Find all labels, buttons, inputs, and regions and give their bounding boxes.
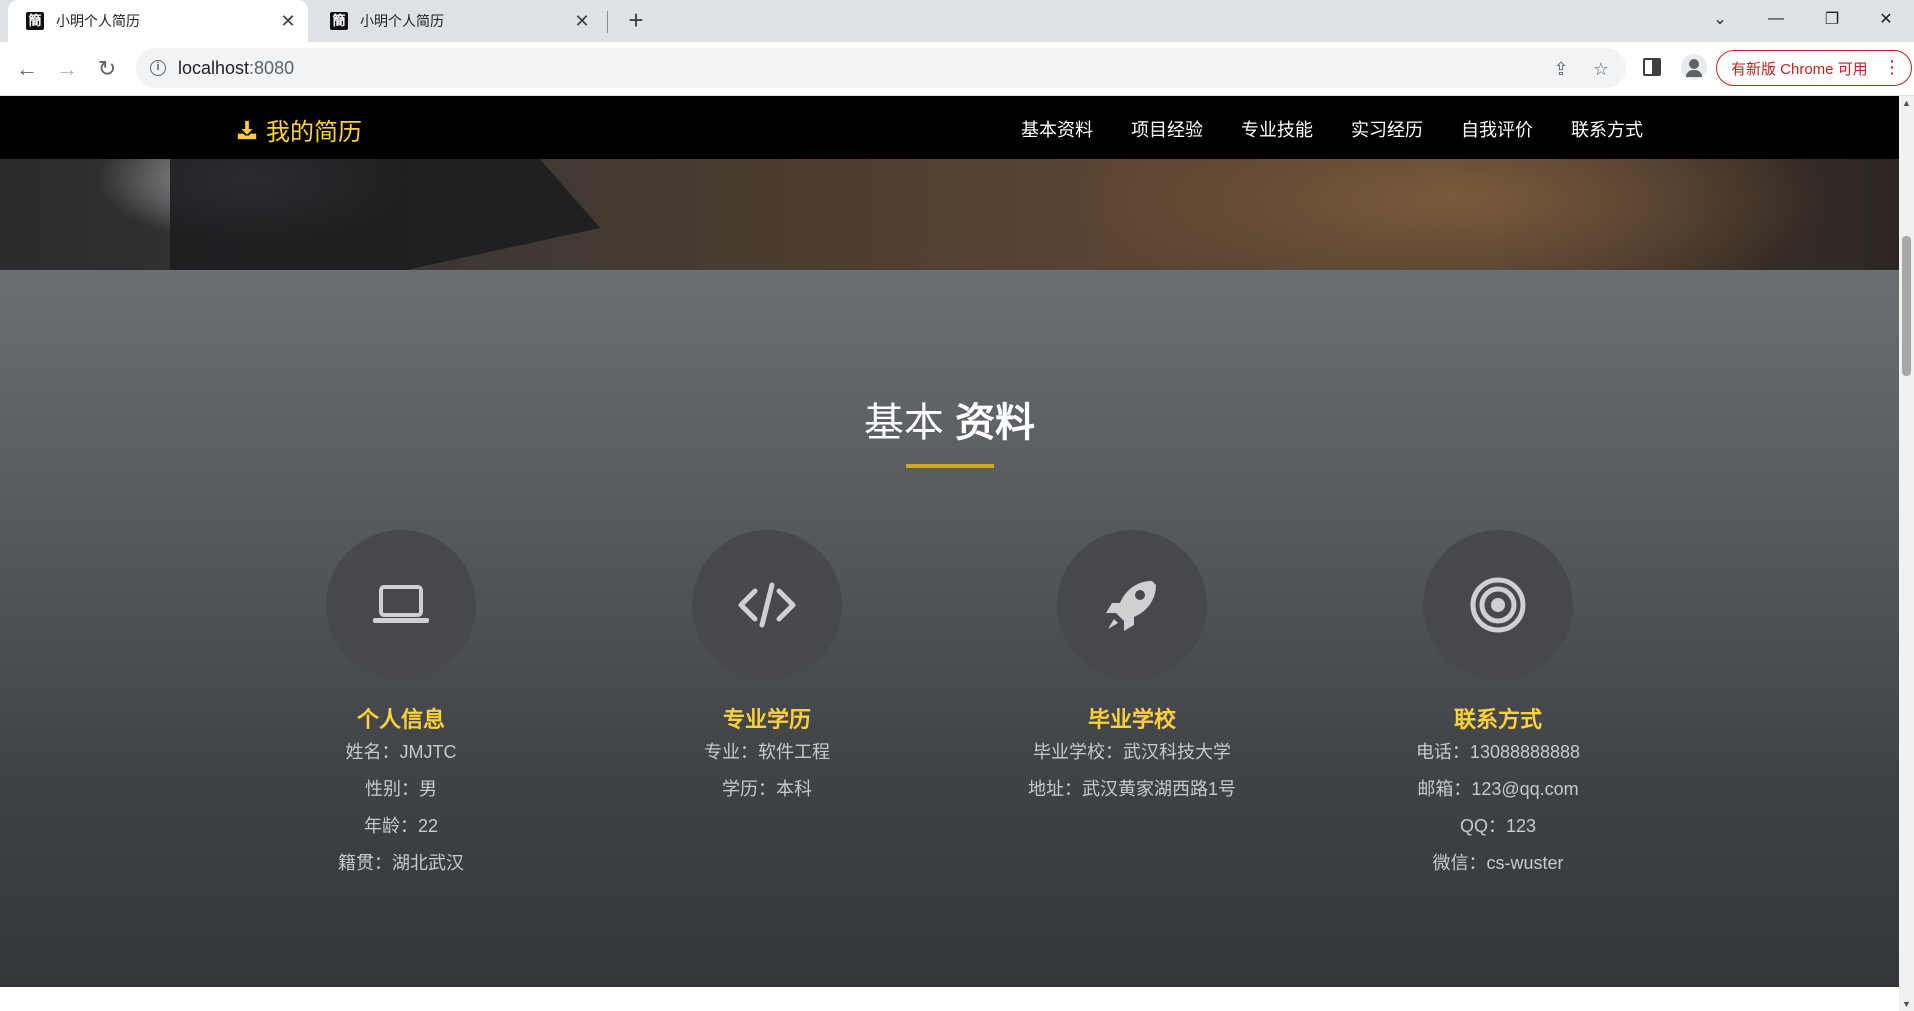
target-icon — [1470, 577, 1526, 633]
nav-link-projects[interactable]: 项目经验 — [1131, 116, 1203, 142]
url-text[interactable]: localhost:8080 — [178, 58, 294, 79]
restore-icon[interactable]: ❐ — [1804, 0, 1860, 38]
browser-tab-1[interactable]: 簡 小明个人简历 ✕ — [8, 0, 308, 42]
tab-separator — [607, 11, 608, 33]
card-title: 个人信息 — [356, 707, 445, 732]
card-line: 邮箱：123@qq.com — [1417, 779, 1579, 799]
tab-title: 小明个人简历 — [56, 13, 140, 29]
hero-image — [0, 159, 1899, 270]
brand-link[interactable]: 我的简历 — [236, 112, 362, 147]
card-line: 性别：男 — [365, 779, 437, 799]
card-line: 籍贯：湖北武汉 — [338, 853, 464, 873]
chrome-update-button[interactable]: 有新版 Chrome 可用 ⋮ — [1716, 50, 1912, 86]
icon-circle — [692, 530, 842, 680]
card-line: 年龄：22 — [363, 816, 439, 836]
info-card-education: 专业学历 专业：软件工程 学历：本科 — [607, 530, 927, 808]
title-underline — [906, 464, 994, 468]
tab-strip: 簡 小明个人简历 ✕ 簡 小明个人简历 ✕ + ⌄ — ❐ ✕ — [0, 0, 1914, 42]
window-close-icon[interactable]: ✕ — [1858, 0, 1914, 38]
site-info-icon[interactable]: i — [150, 60, 166, 76]
scroll-down-icon[interactable]: ▼ — [1901, 999, 1912, 1009]
code-icon — [738, 582, 796, 628]
page-viewport: 我的简历 基本资料 项目经验 专业技能 实习经历 自我评价 联系方式 基本 资料 — [0, 96, 1914, 1011]
nav-link-basic[interactable]: 基本资料 — [1021, 116, 1093, 142]
tab-search-icon[interactable]: ⌄ — [1692, 0, 1748, 38]
nav-link-self-eval[interactable]: 自我评价 — [1461, 116, 1533, 142]
card-title: 毕业学校 — [1087, 707, 1176, 732]
tab-favicon: 簡 — [26, 12, 44, 30]
card-title: 专业学历 — [722, 707, 811, 732]
card-line: 姓名：JMJTC — [345, 742, 457, 762]
icon-circle — [326, 530, 476, 680]
icon-circle — [1057, 530, 1207, 680]
site-nav-links: 基本资料 项目经验 专业技能 实习经历 自我评价 联系方式 — [983, 116, 1643, 142]
next-section-edge — [0, 987, 1899, 1011]
info-card-school: 毕业学校 毕业学校：武汉科技大学 地址：武汉黄家湖西路1号 — [972, 530, 1292, 808]
back-icon[interactable]: ← — [12, 54, 42, 84]
scroll-thumb[interactable] — [1902, 236, 1911, 376]
scroll-up-icon[interactable]: ▲ — [1901, 98, 1912, 108]
address-bar[interactable]: i localhost:8080 ⇪ ☆ — [136, 48, 1626, 88]
nav-link-contact[interactable]: 联系方式 — [1571, 116, 1643, 142]
brand-text: 我的简历 — [266, 119, 362, 146]
card-title: 联系方式 — [1453, 707, 1542, 732]
browser-toolbar: ← → ↻ i localhost:8080 ⇪ ☆ 有新版 Chrome 可用… — [0, 42, 1914, 96]
profile-avatar-icon[interactable] — [1681, 54, 1707, 80]
update-label: 有新版 Chrome 可用 — [1731, 60, 1868, 78]
rocket-icon — [1106, 581, 1156, 631]
close-icon[interactable]: ✕ — [274, 7, 302, 35]
laptop-icon — [373, 585, 429, 623]
info-card-contact: 联系方式 电话：13088888888 邮箱：123@qq.com QQ：123… — [1338, 530, 1658, 882]
tab-favicon: 簡 — [330, 12, 348, 30]
download-icon — [237, 120, 257, 139]
side-panel-icon[interactable] — [1643, 58, 1661, 76]
minimize-icon[interactable]: — — [1748, 0, 1804, 38]
card-line: 毕业学校：武汉科技大学 — [1033, 742, 1231, 762]
card-line: 电话：13088888888 — [1415, 742, 1581, 762]
browser-tab-2[interactable]: 簡 小明个人简历 ✕ — [312, 0, 602, 42]
card-line: 微信：cs-wuster — [1432, 853, 1564, 873]
tab-title: 小明个人简历 — [360, 13, 444, 29]
page-scrollbar[interactable]: ▲ ▼ — [1899, 96, 1914, 1011]
bookmark-star-icon[interactable]: ☆ — [1590, 58, 1612, 80]
card-line: QQ：123 — [1459, 816, 1537, 836]
share-icon[interactable]: ⇪ — [1550, 58, 1572, 80]
reload-icon[interactable]: ↻ — [92, 54, 122, 84]
card-line: 学历：本科 — [722, 779, 812, 799]
menu-dots-icon: ⋮ — [1883, 57, 1901, 77]
nav-link-internship[interactable]: 实习经历 — [1351, 116, 1423, 142]
card-line: 专业：软件工程 — [704, 742, 830, 762]
info-card-personal: 个人信息 姓名：JMJTC 性别：男 年龄：22 籍贯：湖北武汉 — [241, 530, 561, 882]
section-title: 基本 资料 — [863, 401, 1036, 445]
site-navbar: 我的简历 基本资料 项目经验 专业技能 实习经历 自我评价 联系方式 — [0, 96, 1899, 159]
icon-circle — [1423, 530, 1573, 680]
card-line: 地址：武汉黄家湖西路1号 — [1027, 779, 1236, 799]
close-icon[interactable]: ✕ — [568, 7, 596, 35]
about-section: 基本 资料 个人信息 姓名：JMJTC 性别：男 年龄：22 籍贯：湖北武汉 专… — [0, 270, 1899, 987]
forward-icon[interactable]: → — [52, 54, 82, 84]
nav-link-skills[interactable]: 专业技能 — [1241, 116, 1313, 142]
new-tab-icon[interactable]: + — [622, 7, 650, 35]
hero-laptop-shape — [170, 159, 600, 270]
